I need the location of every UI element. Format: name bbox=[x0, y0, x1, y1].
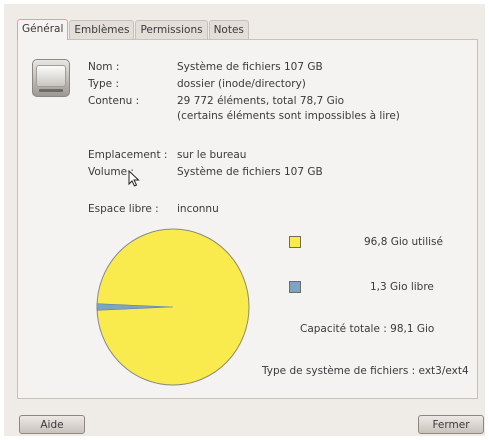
tab-notes[interactable]: Notes bbox=[208, 20, 249, 40]
pie-chart-svg bbox=[96, 228, 250, 386]
contents-value: 29 772 éléments, total 78,7 Gio bbox=[177, 95, 345, 107]
harddisk-icon bbox=[32, 59, 70, 97]
type-label: Type : bbox=[88, 78, 119, 90]
total-capacity-label: Capacité totale : 98,1 Gio bbox=[300, 323, 435, 335]
close-button[interactable]: Fermer bbox=[418, 415, 484, 434]
used-space-label: 96,8 Gio utilisé bbox=[364, 236, 443, 248]
location-value: sur le bureau bbox=[177, 149, 247, 161]
tab-emblems[interactable]: Emblèmes bbox=[69, 20, 135, 40]
tab-permissions[interactable]: Permissions bbox=[135, 20, 208, 40]
contents-label: Contenu : bbox=[88, 95, 140, 107]
free-swatch bbox=[289, 281, 301, 293]
location-label: Emplacement : bbox=[88, 149, 168, 161]
used-swatch bbox=[289, 236, 301, 248]
tab-general[interactable]: Général bbox=[17, 19, 69, 40]
mouse-pointer-icon bbox=[128, 169, 140, 190]
disk-usage-pie bbox=[95, 227, 251, 390]
type-value: dossier (inode/directory) bbox=[177, 78, 306, 90]
volume-value: Système de fichiers 107 GB bbox=[177, 166, 323, 178]
free-space-legend-label: 1,3 Gio libre bbox=[370, 281, 434, 293]
free-space-label: Espace libre : bbox=[88, 203, 159, 215]
name-value: Système de fichiers 107 GB bbox=[177, 61, 323, 73]
contents-note: (certains éléments sont impossibles à li… bbox=[177, 110, 400, 122]
free-space-value: inconnu bbox=[177, 203, 219, 215]
help-button[interactable]: Aide bbox=[19, 415, 85, 434]
name-label: Nom : bbox=[88, 61, 120, 73]
filesystem-type-label: Type de système de fichiers : ext3/ext4 bbox=[262, 365, 469, 377]
tab-bar: Général Emblèmes Permissions Notes bbox=[17, 16, 250, 40]
